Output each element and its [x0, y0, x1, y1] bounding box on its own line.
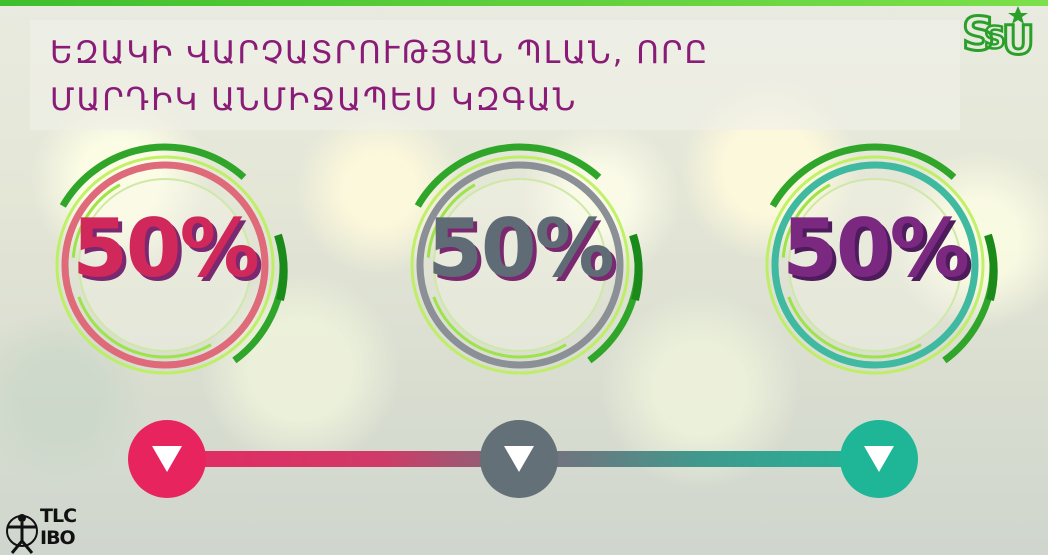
timeline-marker-2[interactable]	[480, 420, 558, 498]
page-title: ԵԶԱԿԻ ՎԱՐՉԱՏՐՈՒԹՅԱՆ ՊԼԱՆ, ՈՐԸ ՄԱՐԴԻԿ ԱՆՄ…	[50, 30, 790, 124]
logo-line-1: TLC	[40, 505, 77, 527]
percent-ring-1: 50%	[40, 140, 290, 390]
triangle-down-icon	[152, 446, 182, 472]
svg-text:U: U	[1002, 18, 1034, 64]
title-line-1: ԵԶԱԿԻ ՎԱՐՉԱՏՐՈՒԹՅԱՆ ՊԼԱՆ, ՈՐԸ	[50, 35, 710, 71]
percent-ring-3: 50%	[750, 140, 1000, 390]
vitruvian-man-icon	[6, 514, 38, 554]
percent-ring-2: 50%	[395, 140, 645, 390]
title-line-2: ՄԱՐԴԻԿ ԱՆՄԻՋԱՊԵՍ ԿԶԳԱՆ	[50, 82, 578, 118]
timeline-marker-1[interactable]	[128, 420, 206, 498]
timeline-marker-3[interactable]	[840, 420, 918, 498]
percent-value-1: 50%	[72, 202, 259, 295]
percent-value-2: 50%	[427, 202, 614, 295]
tlc-ibo-text: TLC IBO	[40, 505, 77, 549]
tlc-ibo-logo: TLC IBO	[4, 505, 92, 555]
top-accent-bar	[0, 0, 1048, 6]
ssu-logo-icon: S S U	[961, 6, 1036, 66]
logo-line-2: IBO	[40, 527, 76, 549]
triangle-down-icon	[864, 446, 894, 472]
timeline	[125, 420, 925, 500]
ssu-logo: S S U	[960, 4, 1040, 66]
percent-value-3: 50%	[782, 202, 969, 295]
triangle-down-icon	[504, 446, 534, 472]
